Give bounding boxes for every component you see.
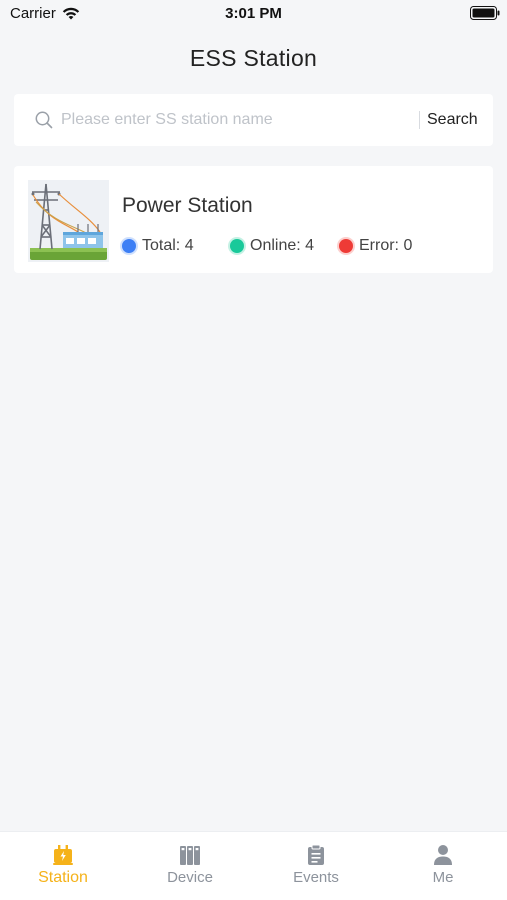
app-screen: Carrier 3:01 PM ESS Station Search bbox=[0, 0, 507, 900]
tab-events[interactable]: Events bbox=[253, 832, 379, 900]
search-button[interactable]: Search bbox=[426, 106, 486, 134]
power-station-image bbox=[28, 180, 109, 262]
stat-total: Total: 4 bbox=[122, 236, 194, 256]
events-icon bbox=[308, 844, 324, 865]
tab-events-label: Events bbox=[293, 869, 339, 886]
total-dot-icon bbox=[122, 239, 136, 253]
clock: 3:01 PM bbox=[225, 5, 282, 22]
tab-bar: Station Device Events Me bbox=[0, 831, 507, 900]
search-icon bbox=[35, 111, 53, 129]
stat-error-label: Error: 0 bbox=[359, 237, 413, 254]
battery-icon bbox=[470, 6, 500, 20]
station-icon bbox=[53, 845, 73, 865]
tab-device-label: Device bbox=[167, 869, 213, 886]
tab-station[interactable]: Station bbox=[0, 832, 126, 900]
error-dot-icon bbox=[339, 239, 353, 253]
stat-total-label: Total: 4 bbox=[142, 237, 194, 254]
person-icon bbox=[434, 845, 452, 865]
tab-me[interactable]: Me bbox=[380, 832, 506, 900]
tab-station-label: Station bbox=[38, 869, 88, 886]
search-input[interactable] bbox=[61, 106, 381, 134]
station-card[interactable]: Power Station Total: 4 Online: 4 Error: … bbox=[14, 166, 493, 273]
search-divider bbox=[419, 111, 420, 129]
station-name: Power Station bbox=[122, 194, 253, 217]
stat-online-label: Online: 4 bbox=[250, 237, 315, 254]
status-bar: Carrier 3:01 PM bbox=[0, 0, 507, 28]
tab-me-label: Me bbox=[432, 869, 454, 886]
tab-device[interactable]: Device bbox=[127, 832, 253, 900]
online-dot-icon bbox=[230, 239, 244, 253]
stat-error: Error: 0 bbox=[339, 236, 412, 256]
page-title: ESS Station bbox=[189, 45, 318, 71]
stat-online: Online: 4 bbox=[230, 236, 314, 256]
device-icon bbox=[180, 846, 200, 865]
search-bar: Search bbox=[14, 94, 493, 146]
